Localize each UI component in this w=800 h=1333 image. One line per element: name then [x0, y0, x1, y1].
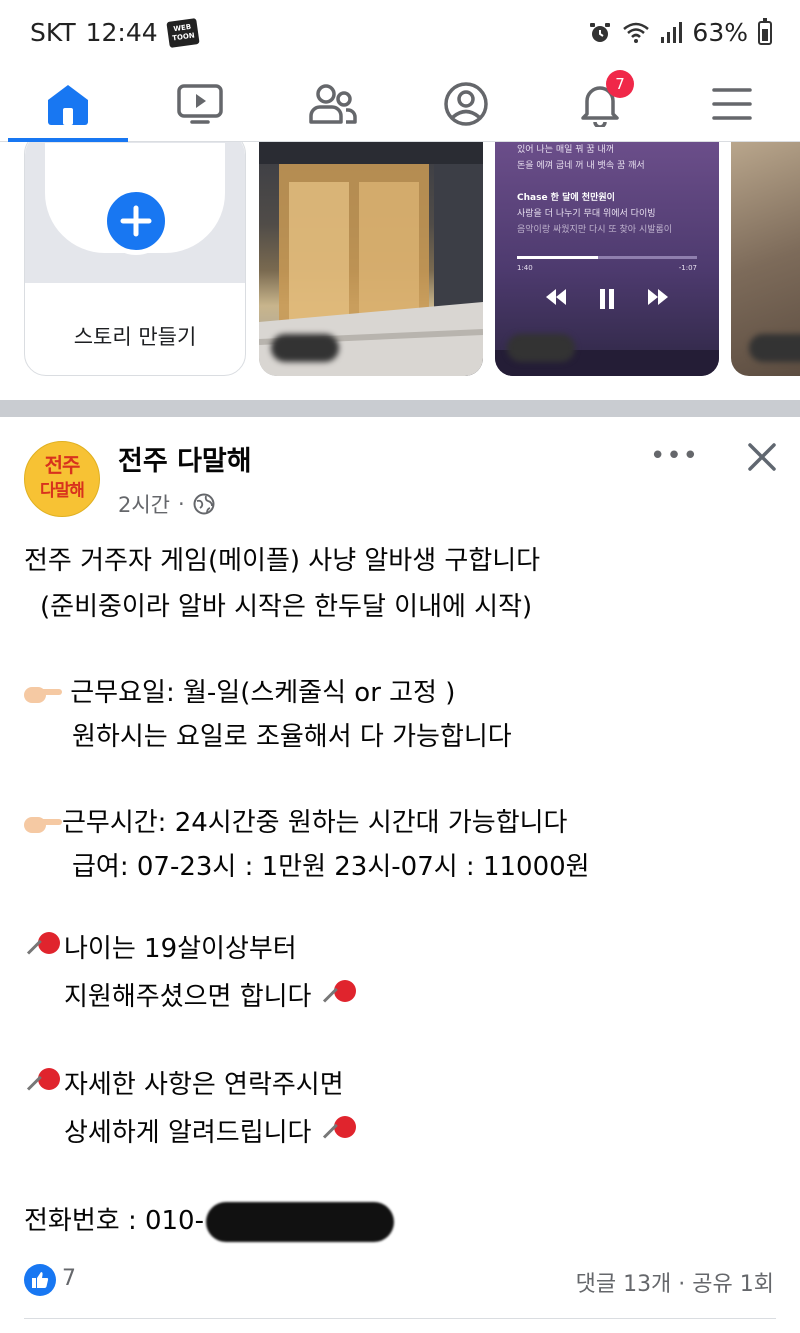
home-icon	[48, 85, 88, 125]
nav-tab-menu[interactable]	[672, 66, 792, 142]
like-reaction-icon[interactable]	[24, 1264, 56, 1296]
post-text-line: 자세한 사항은 연락주시면	[24, 1064, 344, 1106]
thumbs-up-icon	[32, 1272, 49, 1288]
carrier-label: SKT	[30, 18, 76, 47]
like-count[interactable]: 7	[62, 1266, 76, 1291]
hide-post-button[interactable]	[740, 435, 784, 479]
pause-icon	[600, 289, 614, 309]
clock: 12:44	[85, 18, 158, 47]
phone-number-redacted	[205, 1201, 394, 1242]
globe-icon	[193, 493, 215, 515]
avatar-logo-line: 전주	[44, 453, 81, 477]
rewind-icon	[546, 289, 566, 305]
story-avatar-redacted	[507, 334, 575, 362]
lyric-line: 사랑을 더 나누기 무대 위에서 다이빙	[517, 209, 656, 219]
pushpin-icon	[320, 978, 360, 1018]
alarm-icon	[590, 22, 611, 42]
pushpin-icon	[24, 930, 64, 970]
post-text-line: 근무요일: 월-일(스케줄식 or 고정 )	[24, 672, 455, 709]
post-text-line: 나이는 19살이상부터	[24, 928, 297, 970]
wifi-icon	[623, 22, 650, 43]
music-time-end: -1:07	[678, 264, 697, 272]
story-card-partial[interactable]	[731, 142, 800, 376]
more-options-button[interactable]: •••	[650, 441, 698, 471]
post-text-span: 근무요일: 월-일(스케줄식 or 고정 )	[70, 678, 456, 708]
post-text-span: 지원해주셨으면 합니다	[64, 982, 312, 1012]
lyric-line: Chase 한 달에 천만원이	[517, 193, 615, 203]
fast-forward-icon	[648, 289, 668, 305]
lyric-line: 돈을 에껴 굽네 꺼 내 뱃속 꿈 깨서	[517, 161, 645, 171]
nav-tab-home[interactable]	[8, 66, 128, 142]
pushpin-icon	[320, 1114, 360, 1154]
status-left: SKT 12:44 WEB TOON	[30, 17, 200, 48]
music-time-start: 1:40	[517, 264, 533, 272]
battery-icon	[758, 17, 772, 45]
post-header: 전주 다말해 전주 다말해 2시간 · •••	[0, 417, 800, 527]
post-text-line: 전화번호 : 010-	[24, 1200, 394, 1242]
nav-tab-watch[interactable]	[140, 66, 260, 142]
footer-divider	[24, 1318, 776, 1319]
stories-tray: 스토리 만들기 있어 나는 매일 꿔 꿈 내꺼 돈을 에껴 굽네 꺼 내 뱃속 …	[0, 142, 800, 400]
close-icon	[748, 443, 776, 471]
meta-separator: ·	[178, 492, 185, 516]
status-bar: SKT 12:44 WEB TOON 63%	[0, 0, 800, 66]
music-controls	[495, 288, 719, 310]
nav-tab-notifications[interactable]	[540, 66, 660, 142]
status-right: 63%	[588, 17, 772, 47]
post-text-line: 지원해주셨으면 합니다	[64, 976, 360, 1018]
notification-count-badge: 7	[606, 70, 634, 98]
post-text-line: (준비중이라 알바 시작은 한두달 이내에 시작)	[40, 592, 533, 622]
profile-icon	[444, 82, 488, 126]
post-text-line: 전주 거주자 게임(메이플) 사냥 알바생 구합니다	[24, 546, 541, 576]
nav-tab-profile[interactable]	[406, 66, 526, 142]
post-text-line: 원하시는 요일로 조율해서 다 가능합니다	[72, 722, 512, 752]
section-divider	[0, 400, 800, 417]
friends-icon	[309, 84, 357, 124]
nav-tab-friends[interactable]	[273, 66, 393, 142]
avatar-logo-line: 다말해	[40, 481, 85, 501]
story-card-storefront[interactable]	[259, 142, 483, 376]
create-story-card[interactable]: 스토리 만들기	[24, 142, 246, 376]
post-meta: 2시간 ·	[118, 489, 215, 519]
post-footer: 7 댓글 13개 · 공유 1회	[0, 1258, 800, 1308]
story-avatar-redacted	[749, 334, 800, 362]
music-progress-bar	[517, 256, 697, 259]
pointing-hand-icon	[24, 813, 62, 835]
phone-number-label: 전화번호 : 010-	[24, 1206, 204, 1236]
pushpin-icon	[24, 1066, 64, 1106]
webtoon-app-icon: WEB TOON	[165, 17, 200, 48]
top-nav-bar	[0, 66, 800, 142]
post-text-line: 근무시간: 24시간중 원하는 시간대 가능합니다	[24, 802, 567, 839]
lyric-line: 있어 나는 매일 꿔 꿈 내꺼	[517, 145, 615, 155]
plus-icon	[102, 187, 170, 255]
story-avatar-redacted	[271, 334, 339, 362]
pointing-hand-icon	[24, 683, 62, 705]
post-text-span: 근무시간: 24시간중 원하는 시간대 가능합니다	[62, 808, 568, 838]
page-avatar[interactable]: 전주 다말해	[24, 441, 100, 517]
story-card-music[interactable]: 있어 나는 매일 꿔 꿈 내꺼 돈을 에껴 굽네 꺼 내 뱃속 꿈 깨서 Cha…	[495, 142, 719, 376]
post-timestamp[interactable]: 2시간	[118, 489, 170, 519]
video-icon	[177, 84, 223, 124]
comments-shares-count[interactable]: 댓글 13개 · 공유 1회	[576, 1266, 774, 1298]
signal-icon	[661, 21, 683, 43]
post-text-line: 급여: 07-23시 : 1만원 23시-07시 : 11000원	[72, 852, 590, 882]
post-text-span: 나이는 19살이상부터	[64, 934, 297, 964]
post-text-span: 상세하게 알려드립니다	[64, 1118, 312, 1148]
create-story-label: 스토리 만들기	[73, 325, 197, 349]
post-text-line: 상세하게 알려드립니다	[64, 1112, 360, 1154]
battery-percent: 63%	[692, 18, 748, 47]
post-text-span: 자세한 사항은 연락주시면	[64, 1070, 344, 1100]
avatar-logo-text: 전주 다말해	[25, 452, 99, 504]
hamburger-menu-icon	[712, 88, 752, 120]
lyric-line: 음악이랑 싸웠지만 다시 또 찾아 시발롬이	[517, 225, 673, 235]
post-author-name[interactable]: 전주 다말해	[118, 439, 252, 478]
